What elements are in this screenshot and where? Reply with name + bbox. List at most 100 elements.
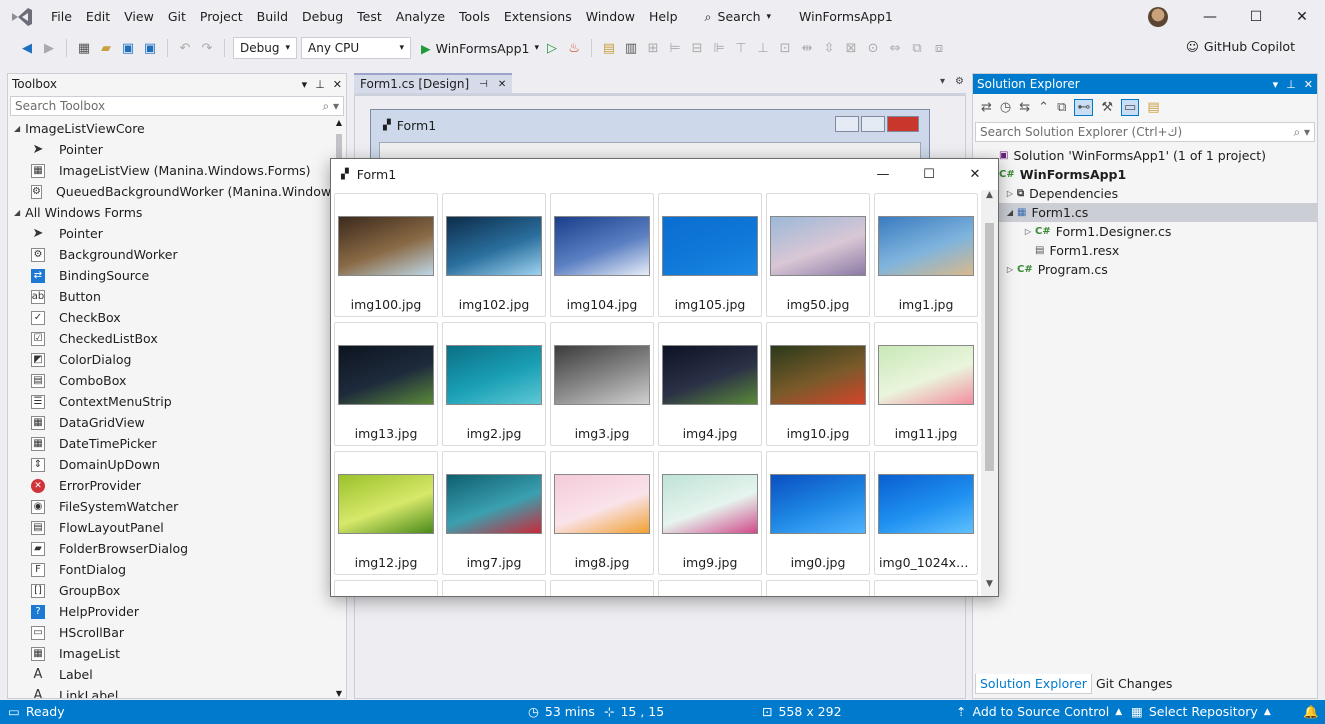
- solution-tree-item[interactable]: ▣ Solution 'WinFormsApp1' (1 of 1 project…: [973, 146, 1317, 165]
- preview-icon[interactable]: ▭: [1121, 98, 1140, 116]
- collapse-all-icon[interactable]: ⌃: [1038, 100, 1049, 115]
- undo-icon[interactable]: ↶: [176, 39, 194, 57]
- toolbox-item[interactable]: ➤ Pointer: [8, 139, 338, 160]
- toolbox-item[interactable]: ▭ HScrollBar: [8, 622, 338, 643]
- menu-item-extensions[interactable]: Extensions: [497, 0, 579, 33]
- image-tile[interactable]: img102.jpg: [442, 193, 546, 317]
- toolbox-item[interactable]: ▰ FolderBrowserDialog: [8, 538, 338, 559]
- toolbox-item[interactable]: F FontDialog: [8, 559, 338, 580]
- image-tile[interactable]: [766, 580, 870, 596]
- folder-view-icon[interactable]: ▤: [600, 39, 618, 57]
- menu-item-window[interactable]: Window: [579, 0, 642, 33]
- properties-icon[interactable]: ⚒: [1101, 100, 1113, 115]
- align-bottom-icon[interactable]: ⊡: [776, 39, 794, 57]
- menu-item-tools[interactable]: Tools: [452, 0, 497, 33]
- show-all-files-icon[interactable]: ⧉: [1057, 100, 1066, 115]
- image-tile[interactable]: img50.jpg: [766, 193, 870, 317]
- switch-views-icon[interactable]: ⇄: [981, 100, 992, 115]
- solution-tree-item[interactable]: C# WinFormsApp1: [973, 165, 1317, 184]
- solution-tree-item[interactable]: ◢ ▦ Form1.cs: [973, 203, 1317, 222]
- make-same-size-icon[interactable]: ⇹: [798, 39, 816, 57]
- minimize-button[interactable]: —: [860, 159, 906, 189]
- save-all-icon[interactable]: ▣: [141, 39, 159, 57]
- toolbox-item[interactable]: A LinkLabel: [8, 685, 338, 698]
- tab-form1-design[interactable]: Form1.cs [Design] ⊣ ✕: [354, 73, 513, 93]
- toolbox-item[interactable]: [] GroupBox: [8, 580, 338, 601]
- toolbox-item[interactable]: ▦ ImageList: [8, 643, 338, 664]
- configuration-dropdown[interactable]: Debug ▾: [233, 37, 297, 59]
- toolbox-item[interactable]: ⇄ BindingSource: [8, 265, 338, 286]
- align-icon[interactable]: ⊞: [644, 39, 662, 57]
- zoom-icon[interactable]: ⊙: [864, 39, 882, 57]
- toolbox-item[interactable]: ▦ DataGridView: [8, 412, 338, 433]
- menu-item-analyze[interactable]: Analyze: [389, 0, 452, 33]
- menu-item-test[interactable]: Test: [350, 0, 389, 33]
- pending-changes-icon[interactable]: ◷: [1000, 100, 1011, 115]
- image-tile[interactable]: [550, 580, 654, 596]
- image-tile[interactable]: [658, 580, 762, 596]
- image-tile[interactable]: img100.jpg: [334, 193, 438, 317]
- image-tile[interactable]: img7.jpg: [442, 451, 546, 575]
- solution-tree-item[interactable]: ▷ C# Form1.Designer.cs: [973, 222, 1317, 241]
- pin-icon[interactable]: ⊥: [315, 78, 325, 91]
- start-debugging-button[interactable]: ▶ WinFormsApp1 ▾: [421, 41, 539, 56]
- solution-tree-item[interactable]: ▤ Form1.resx: [973, 241, 1317, 260]
- navigate-back-icon[interactable]: ◀: [18, 39, 36, 57]
- window-position-icon[interactable]: ▾: [302, 78, 308, 91]
- image-tile[interactable]: img4.jpg: [658, 322, 762, 446]
- save-icon[interactable]: ▣: [119, 39, 137, 57]
- image-tile[interactable]: img10.jpg: [766, 322, 870, 446]
- image-tile[interactable]: [874, 580, 978, 596]
- sync-icon[interactable]: ⇆: [1019, 100, 1030, 115]
- solution-tree-item[interactable]: ▷ ⧉ Dependencies: [973, 184, 1317, 203]
- scroll-up-icon[interactable]: ▲: [981, 190, 998, 207]
- image-tile[interactable]: [442, 580, 546, 596]
- expand-triangle-icon[interactable]: ◢: [1003, 208, 1017, 217]
- toolbox-group[interactable]: ◢ ImageListViewCore: [8, 118, 338, 139]
- make-same-height-icon[interactable]: ⇳: [820, 39, 838, 57]
- solution-search-input[interactable]: Search Solution Explorer (Ctrl+ك) ⌕ ▾: [975, 122, 1315, 142]
- order-icon[interactable]: ⧉: [908, 39, 926, 57]
- gear-icon[interactable]: ⚙: [955, 76, 964, 87]
- notifications-icon[interactable]: 🔔: [1303, 704, 1319, 720]
- image-tile[interactable]: img1.jpg: [874, 193, 978, 317]
- menu-item-edit[interactable]: Edit: [79, 0, 117, 33]
- close-icon[interactable]: ✕: [498, 79, 506, 90]
- github-copilot-button[interactable]: ☺ GitHub Copilot: [1186, 39, 1295, 54]
- image-list-view[interactable]: img100.jpg img102.jpg img104.jpg img105.jpg…: [334, 193, 978, 596]
- menu-item-file[interactable]: File: [44, 0, 79, 33]
- toolbox-item[interactable]: ▦ DateTimePicker: [8, 433, 338, 454]
- menu-item-debug[interactable]: Debug: [295, 0, 350, 33]
- toolbox-search-input[interactable]: Search Toolbox ⌕ ▾: [10, 96, 344, 116]
- tab-list-icon[interactable]: ▾: [940, 76, 945, 87]
- menu-item-view[interactable]: View: [117, 0, 161, 33]
- new-project-icon[interactable]: ▦: [75, 39, 93, 57]
- close-button[interactable]: ✕: [1279, 0, 1325, 33]
- image-tile[interactable]: img3.jpg: [550, 322, 654, 446]
- toolbox-item[interactable]: A Label: [8, 664, 338, 685]
- toolbox-item[interactable]: ➤ Pointer: [8, 223, 338, 244]
- toolbox-item[interactable]: ◉ FileSystemWatcher: [8, 496, 338, 517]
- folder-icon[interactable]: ▤: [1147, 100, 1159, 115]
- image-tile[interactable]: img0.jpg: [766, 451, 870, 575]
- search-menu[interactable]: ⌕ Search ▾: [697, 9, 780, 25]
- pin-icon[interactable]: ⊣: [479, 79, 488, 90]
- toolbox-item[interactable]: ▤ FlowLayoutPanel: [8, 517, 338, 538]
- scroll-down-icon[interactable]: ▼: [981, 579, 998, 596]
- align-center-icon[interactable]: ⊟: [688, 39, 706, 57]
- pin-icon[interactable]: ⊥: [1286, 78, 1296, 91]
- expand-triangle-icon[interactable]: ▷: [1003, 265, 1017, 274]
- image-tile[interactable]: img13.jpg: [334, 322, 438, 446]
- spacing-icon[interactable]: ⇔: [886, 39, 904, 57]
- redo-icon[interactable]: ↷: [198, 39, 216, 57]
- toolbox-item[interactable]: ⚙ QueuedBackgroundWorker (Manina.Windows.…: [8, 181, 338, 202]
- toolbox-item[interactable]: ▦ ImageListView (Manina.Windows.Forms): [8, 160, 338, 181]
- scroll-down-icon[interactable]: ▼: [334, 689, 344, 698]
- align-middle-icon[interactable]: ⊥: [754, 39, 772, 57]
- tab-order-icon[interactable]: ⧈: [930, 39, 948, 57]
- align-left-icon[interactable]: ⊨: [666, 39, 684, 57]
- output-icon[interactable]: ▭: [8, 704, 20, 719]
- toolbox-item[interactable]: ⇕ DomainUpDown: [8, 454, 338, 475]
- menu-item-build[interactable]: Build: [250, 0, 295, 33]
- align-right-icon[interactable]: ⊫: [710, 39, 728, 57]
